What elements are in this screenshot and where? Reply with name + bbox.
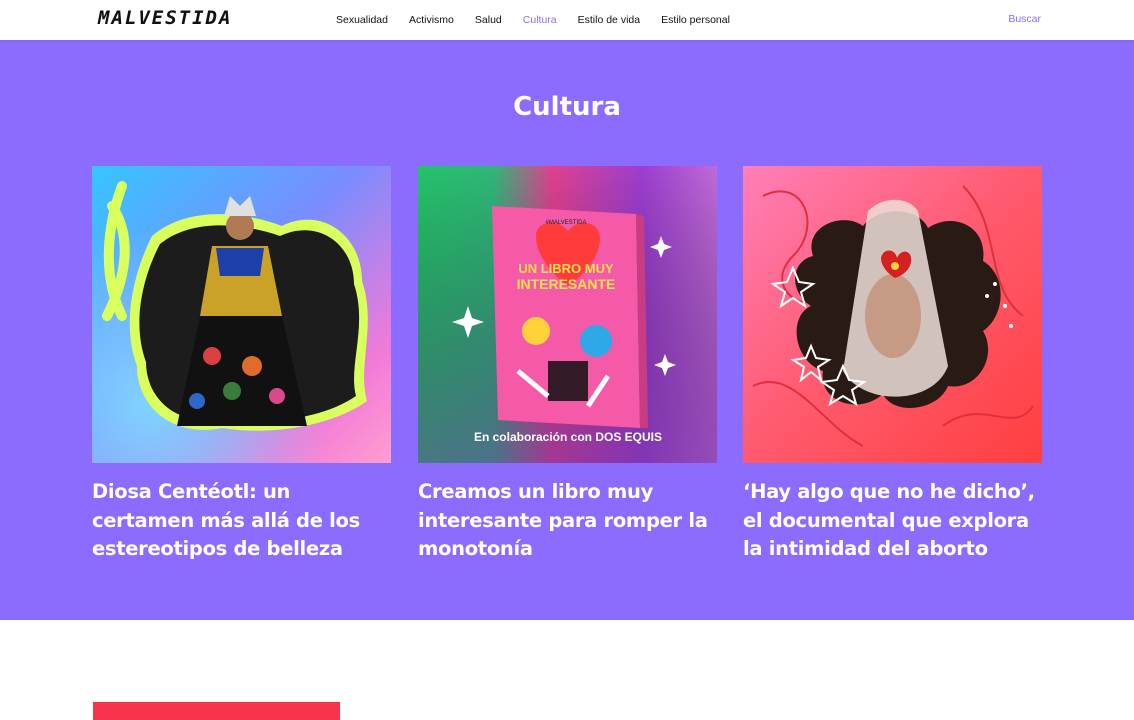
cultura-section: Cultura Diosa Centéotl: un certamen más … [0,40,1134,620]
article-card-libro-interesante[interactable]: UN LIBRO MUY INTERESANTE #MALVESTIDA En … [418,166,717,564]
image-caption: En colaboración con DOS EQUIS [474,430,662,444]
article-card-documental-aborto[interactable]: ‘Hay algo que no he dicho’, el documenta… [743,166,1042,564]
search-link[interactable]: Buscar [1008,13,1041,25]
article-title[interactable]: Diosa Centéotl: un certamen más allá de … [92,478,391,564]
site-header: MALVESTIDA Sexualidad Activismo Salud Cu… [0,0,1134,40]
book-title-line1: UN LIBRO MUY [518,261,614,276]
nav-item-sexualidad[interactable]: Sexualidad [336,14,388,26]
main-nav: Sexualidad Activismo Salud Cultura Estil… [336,0,751,40]
section-title: Cultura [513,92,621,122]
nav-item-activismo[interactable]: Activismo [409,14,454,26]
nav-item-estilo-de-vida[interactable]: Estilo de vida [578,14,640,26]
book-brand: #MALVESTIDA [546,220,587,226]
nav-item-estilo-personal[interactable]: Estilo personal [661,14,730,26]
article-image[interactable] [92,166,391,463]
article-illustration: UN LIBRO MUY INTERESANTE #MALVESTIDA En … [418,166,717,463]
article-title[interactable]: Creamos un libro muy interesante para ro… [418,478,717,564]
site-logo[interactable]: MALVESTIDA [98,7,232,29]
article-illustration [92,166,391,463]
book-title-line2: INTERESANTE [517,276,616,292]
article-card-diosa-centeotl[interactable]: Diosa Centéotl: un certamen más allá de … [92,166,391,564]
article-title[interactable]: ‘Hay algo que no he dicho’, el documenta… [743,478,1042,564]
nav-item-salud[interactable]: Salud [475,14,502,26]
article-image[interactable] [743,166,1042,463]
article-illustration [743,166,1042,463]
nav-item-cultura[interactable]: Cultura [523,14,557,26]
article-image[interactable]: UN LIBRO MUY INTERESANTE #MALVESTIDA En … [418,166,717,463]
next-section-block [93,702,340,720]
